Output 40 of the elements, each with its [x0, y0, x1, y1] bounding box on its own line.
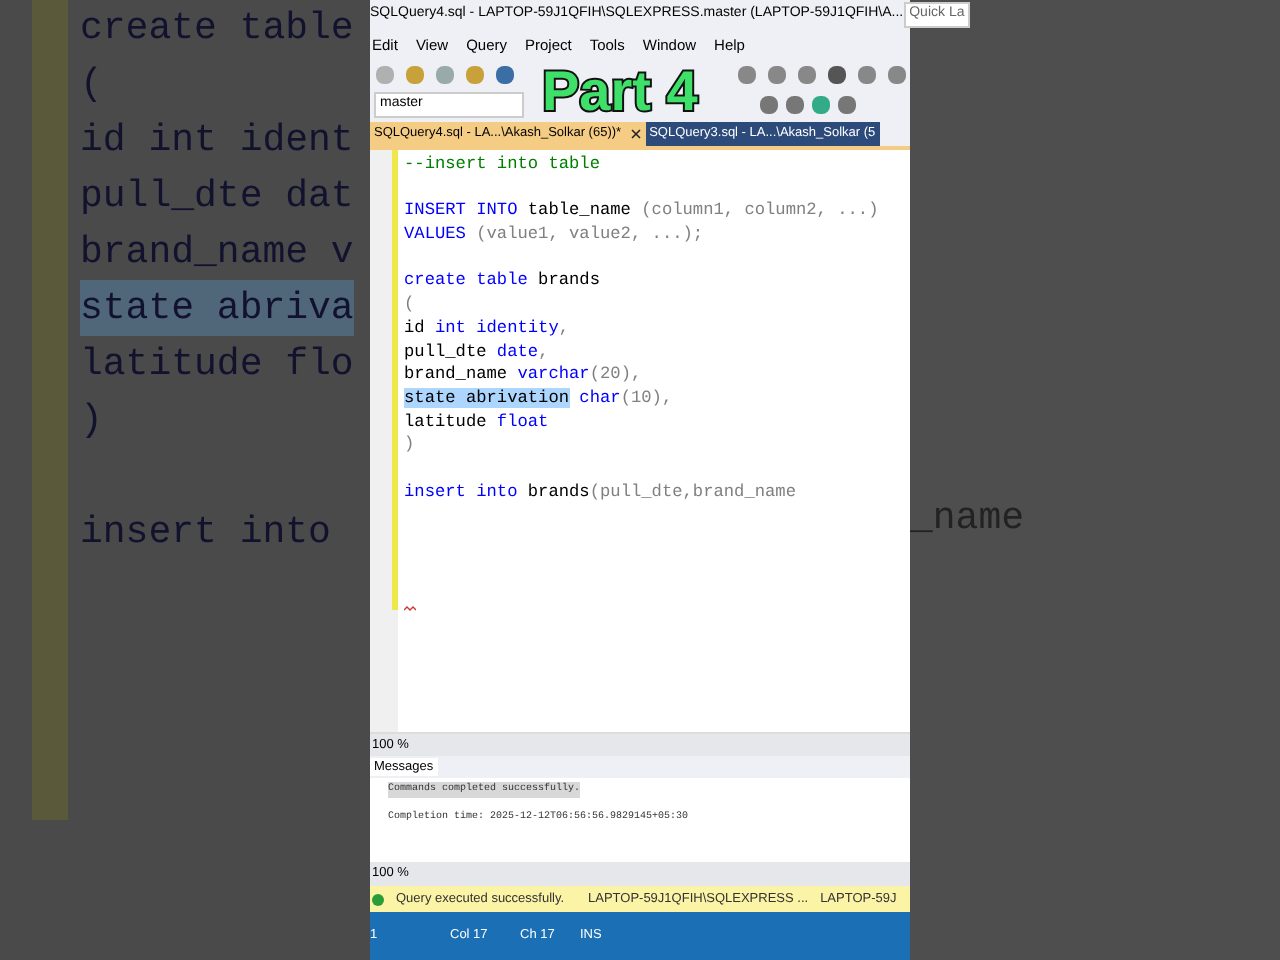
code-token: create table	[404, 270, 528, 291]
code-line: id int ident	[80, 118, 354, 162]
code-token: insert into	[404, 481, 518, 502]
success-icon	[372, 893, 384, 905]
code-token: (10),	[620, 388, 673, 408]
code-token: ,	[538, 341, 549, 362]
close-icon[interactable]	[629, 128, 642, 140]
code-line: state abriva	[80, 286, 354, 330]
code-token: state abrivation	[404, 388, 570, 408]
code-token: table_name	[525, 200, 633, 221]
code-line: pull_dte dat	[80, 174, 354, 218]
code-token: float	[496, 411, 549, 432]
code-token: id	[404, 317, 427, 338]
overlay-title: Part 4	[542, 62, 698, 122]
code-token: --insert into table	[404, 154, 600, 174]
squiggle-icon	[404, 605, 416, 611]
code-token: int identity	[434, 317, 559, 338]
code-line: )	[80, 398, 103, 442]
code-token: date	[496, 341, 539, 362]
code-token: char	[577, 388, 621, 408]
code-line: create table	[80, 6, 354, 50]
code-token: brands	[536, 270, 600, 291]
code-token: brands	[525, 481, 590, 502]
code-token: )	[404, 434, 415, 455]
code-line: insert into	[80, 510, 331, 554]
code-token: (20),	[589, 364, 642, 385]
code-token: (column1, column2, ...)	[641, 200, 879, 221]
code-line: (	[80, 62, 103, 106]
code-token: varchar	[517, 364, 590, 385]
code-token: pull_dte	[404, 341, 489, 362]
code-token: latitude	[404, 411, 489, 432]
code-token: INSERT INTO	[404, 200, 518, 221]
code-token: ,	[558, 317, 570, 338]
code-token: (value1, value2, ...);	[474, 224, 704, 245]
code-token: (pull_dte,brand_name	[589, 481, 796, 502]
code-token: brand_name	[404, 364, 510, 385]
code-line: latitude flo	[80, 342, 354, 386]
code-token: (	[404, 294, 415, 315]
code-line: brand_name v	[80, 230, 354, 274]
code-token: VALUES	[404, 224, 466, 245]
